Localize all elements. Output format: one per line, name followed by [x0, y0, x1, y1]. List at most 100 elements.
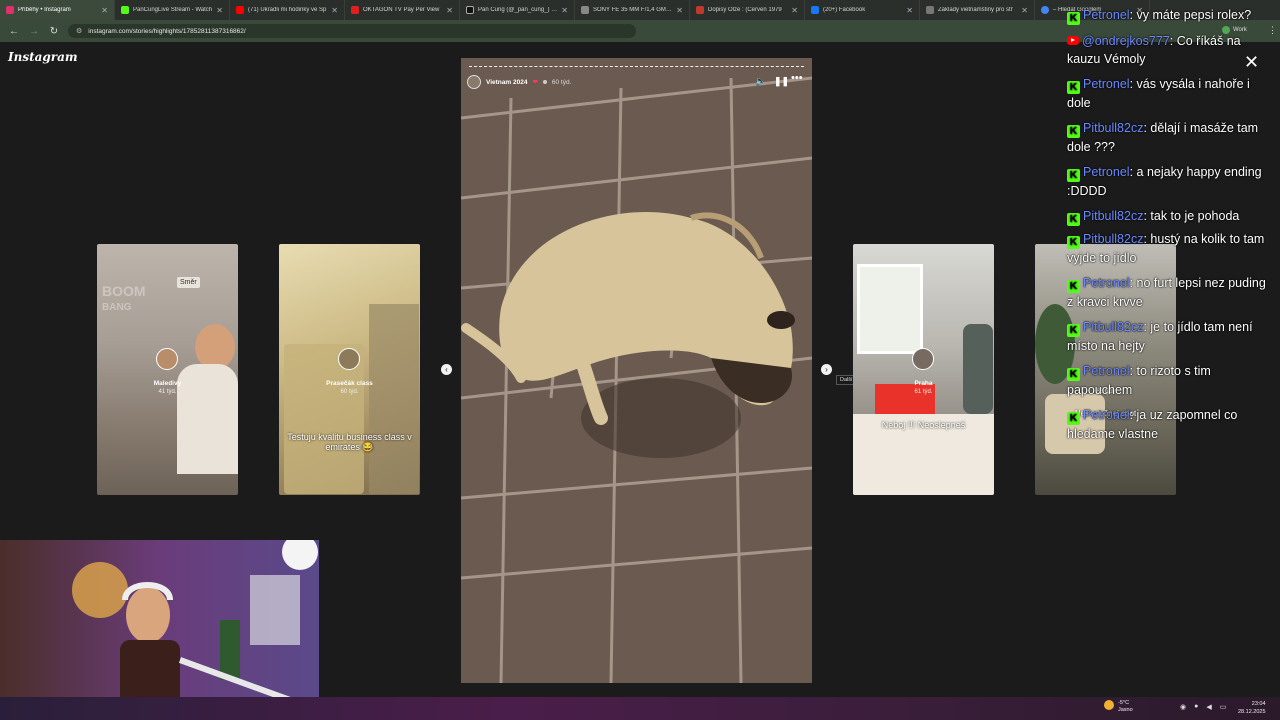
- tab-label: Dopisy Olze : (Červen 1979: [708, 7, 782, 13]
- heart-icon: ❤: [532, 79, 538, 86]
- chat-message: @ondrejkos777: Co říkáš na kauzu Vémoly: [1067, 34, 1241, 66]
- cabin-aisle: [369, 304, 419, 494]
- battery-icon[interactable]: ▭: [1220, 703, 1227, 711]
- tab-youtube[interactable]: (71) Ukradli mi hodinky ve Sp ✕: [230, 0, 345, 20]
- card-label: Prasečák class: [326, 380, 373, 387]
- chat-username: Petronel: [1083, 165, 1130, 179]
- tab-close-icon[interactable]: ✕: [676, 6, 683, 15]
- previous-story-button[interactable]: ‹: [441, 364, 452, 375]
- tab-label: SONY FE 35 MM F/1,4 GM SE: [593, 7, 673, 13]
- back-icon[interactable]: ←: [8, 26, 20, 37]
- os-taskbar: [0, 697, 1280, 720]
- story-title[interactable]: Vietnam 2024: [486, 79, 527, 86]
- tab-oktagon[interactable]: OKTAGON TV Pay Per View ✕: [345, 0, 460, 20]
- globe-favicon-icon: [581, 6, 589, 14]
- kick-favicon-icon: [121, 6, 129, 14]
- tab-vietnamstina[interactable]: Základy vietnamštiny pro stř ✕: [920, 0, 1035, 20]
- kick-logo-icon: K: [1067, 12, 1080, 25]
- reload-icon[interactable]: ↻: [48, 26, 60, 37]
- next-story-button[interactable]: ›: [821, 364, 832, 375]
- network-icon[interactable]: ◉: [1180, 703, 1186, 711]
- chat-message: K Pitbull82cz: hustý na kolik to tam vyjd…: [1067, 232, 1265, 265]
- kick-logo-icon: K: [1067, 169, 1080, 182]
- bang-text: BANG: [102, 302, 132, 313]
- tab-close-icon[interactable]: ✕: [906, 6, 913, 15]
- chat-message: K Pitbull82cz: je to jídlo tam není místo…: [1067, 320, 1253, 353]
- instagram-logo[interactable]: Instagram: [8, 50, 78, 64]
- chat-username: Petronel: [1083, 276, 1130, 290]
- youtube-favicon-icon: [236, 6, 244, 14]
- tab-kick[interactable]: PanCungLive Stream - Watch ✕: [115, 0, 230, 20]
- weather-temp: -5°C: [1118, 700, 1130, 706]
- standing-man: [963, 324, 993, 414]
- chat-username: Petronel: [1083, 77, 1130, 91]
- kick-logo-icon: K: [1067, 368, 1080, 381]
- facebook-favicon-icon: [811, 6, 819, 14]
- chat-username: Petronel: [1083, 364, 1130, 378]
- tab-label: Pan Čung (@_pan_cung_) vyd: [478, 7, 558, 13]
- card-avatar: [156, 348, 178, 370]
- tab-instagram[interactable]: Příběhy • Instagram ✕: [0, 0, 115, 20]
- card-age: 60 týd.: [340, 389, 359, 395]
- tab-label: Základy vietnamštiny pro stř: [938, 7, 1013, 13]
- chat-username: Petronel: [1083, 8, 1130, 22]
- kick-logo-icon: K: [1067, 412, 1080, 425]
- mic-icon[interactable]: ●: [1194, 703, 1198, 711]
- story-avatar[interactable]: [467, 75, 481, 89]
- tiktok-favicon-icon: [466, 6, 474, 14]
- tab-close-icon[interactable]: ✕: [791, 6, 798, 15]
- tile-floor-photo: [461, 58, 812, 683]
- tab-close-icon[interactable]: ✕: [216, 6, 223, 15]
- tab-tiktok[interactable]: Pan Čung (@_pan_cung_) vyd ✕: [460, 0, 575, 20]
- oktagon-favicon-icon: [351, 6, 359, 14]
- system-clock[interactable]: 23:04 28.12.2025: [1238, 700, 1266, 716]
- mute-icon[interactable]: 🔈: [755, 76, 766, 87]
- stream-chat: K Petronel: vy máte pepsi rolex? @ondrejk…: [1067, 6, 1275, 450]
- chat-message: K Petronel: vy máte pepsi rolex?: [1067, 6, 1275, 25]
- kick-logo-icon: K: [1067, 213, 1080, 226]
- address-bar[interactable]: ⚙ instagram.com/stories/highlights/17852…: [68, 24, 636, 38]
- dot-separator: [542, 80, 547, 84]
- youtube-logo-icon: [1067, 36, 1079, 45]
- chat-message: K Pitbull82cz: dělají i masáže tam dole ?…: [1067, 121, 1259, 154]
- chat-username: Pitbull82cz: [1083, 232, 1144, 246]
- tab-close-icon[interactable]: ✕: [1021, 6, 1028, 15]
- tab-label: Příběhy • Instagram: [18, 7, 71, 13]
- card-avatar: [338, 348, 360, 370]
- tab-label: (71) Ukradli mi hodinky ve Sp: [248, 7, 327, 13]
- story-card-maledivy[interactable]: BOOM BANG Směr Maledivy 41 týd.: [97, 244, 238, 495]
- kick-logo-icon: K: [1067, 324, 1080, 337]
- kick-logo-icon: K: [1067, 81, 1080, 94]
- main-story[interactable]: Vietnam 2024 ❤ 60 týd. 🔈 ❚❚ •••: [461, 58, 812, 683]
- more-options-icon[interactable]: •••: [791, 72, 803, 84]
- book-favicon-icon: [696, 6, 704, 14]
- tab-close-icon[interactable]: ✕: [446, 6, 453, 15]
- forward-icon[interactable]: →: [28, 26, 40, 37]
- kick-logo-icon: K: [1067, 236, 1080, 249]
- chat-username: @ondrejkos777: [1082, 34, 1170, 48]
- card-age: 41 týd.: [158, 389, 177, 395]
- tab-close-icon[interactable]: ✕: [101, 6, 108, 15]
- weather-sun-icon: [1104, 700, 1114, 710]
- chat-text: tak to je pohoda: [1150, 209, 1240, 223]
- tab-close-icon[interactable]: ✕: [561, 6, 568, 15]
- tab-close-icon[interactable]: ✕: [331, 6, 338, 15]
- tab-sony[interactable]: SONY FE 35 MM F/1,4 GM SE ✕: [575, 0, 690, 20]
- chat-text: vy máte pepsi rolex?: [1136, 8, 1252, 22]
- story-progress-bar: [469, 66, 804, 69]
- site-info-icon[interactable]: ⚙: [76, 27, 82, 35]
- volume-icon[interactable]: ◀: [1206, 703, 1211, 711]
- url-text: instagram.com/stories/highlights/1785281…: [88, 27, 246, 35]
- clock-time: 23:04: [1251, 701, 1266, 707]
- story-card-prasecak[interactable]: Prasečák class 60 týd. Testuju kvalitu b…: [279, 244, 420, 495]
- pause-icon[interactable]: ❚❚: [774, 76, 789, 87]
- tab-label: OKTAGON TV Pay Per View: [363, 7, 440, 13]
- tab-dopisy[interactable]: Dopisy Olze : (Červen 1979 ✕: [690, 0, 805, 20]
- weather-widget[interactable]: -5°C Jasno: [1104, 700, 1133, 714]
- tab-facebook[interactable]: (20+) Facebook ✕: [805, 0, 920, 20]
- office-window: [857, 264, 923, 354]
- story-card-praha[interactable]: Praha 61 týd. Neboj !!! Neoslepneš: [853, 244, 994, 495]
- google-favicon-icon: [1041, 6, 1049, 14]
- card-caption: Testuju kvalitu business class v emirate…: [287, 432, 412, 452]
- chat-message: K Petronel: a nejaky happy ending :DDDD: [1067, 165, 1262, 198]
